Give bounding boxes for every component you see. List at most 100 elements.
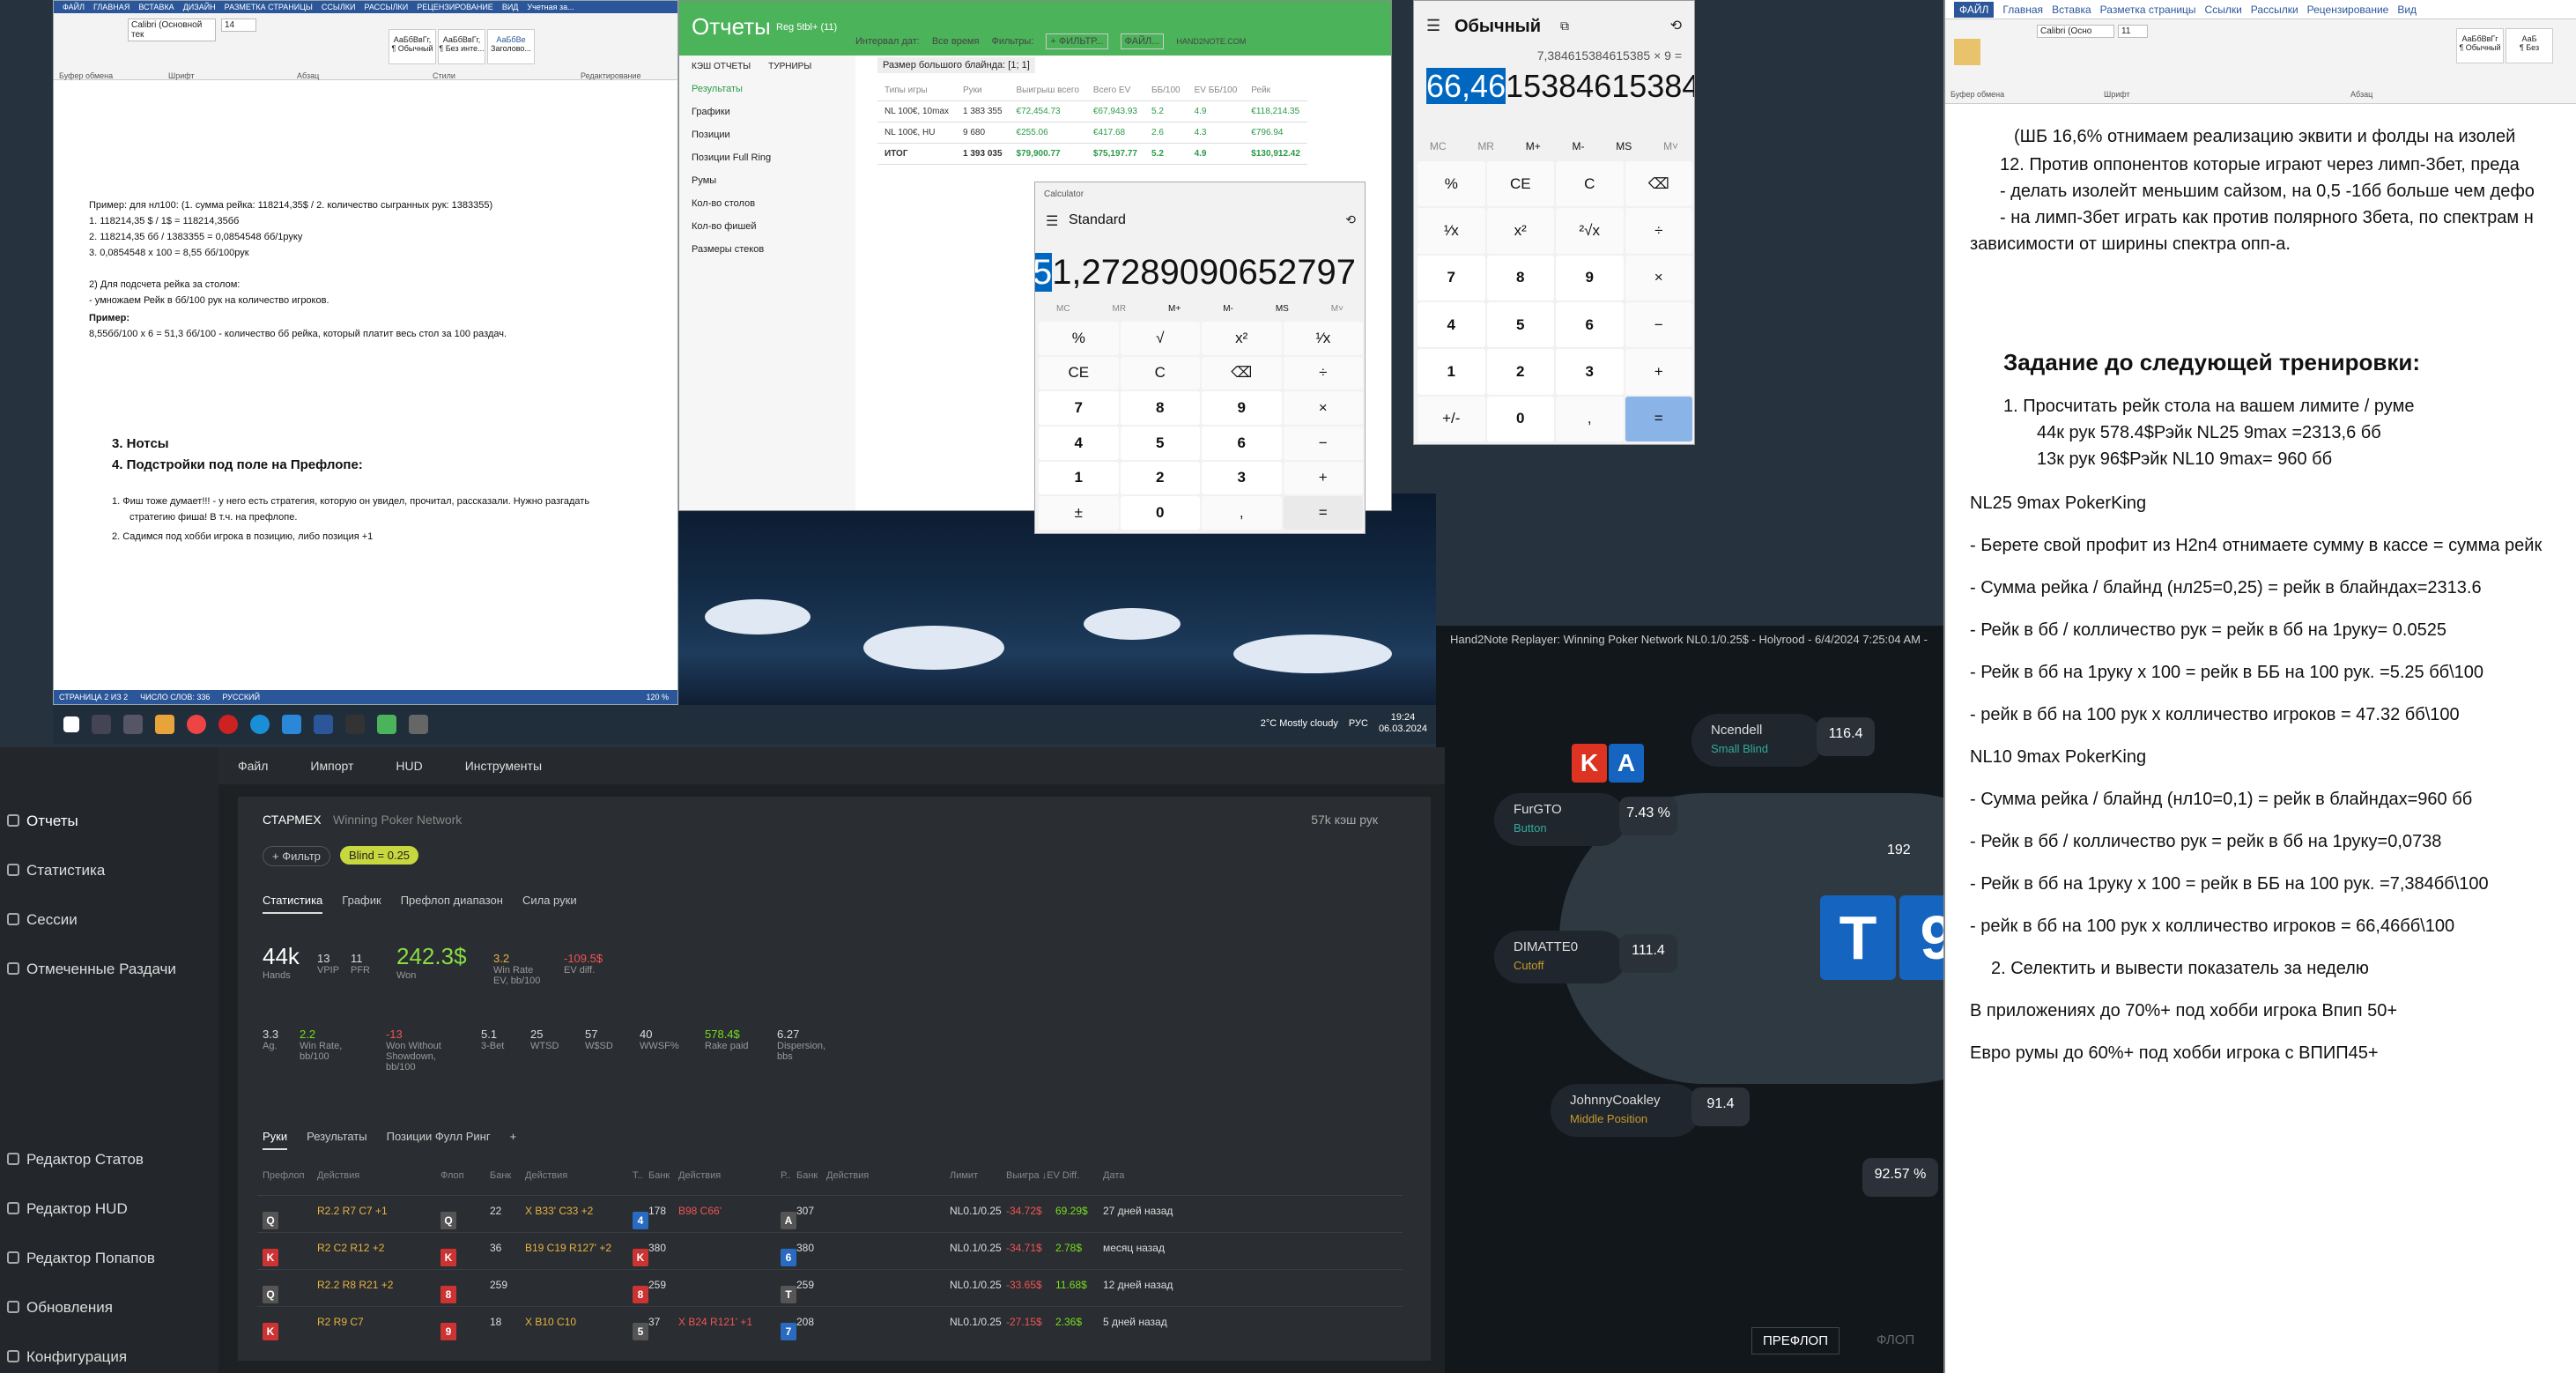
player-seat[interactable]: FurGTO Button [1494, 793, 1626, 846]
calc-key[interactable]: ÷ [1625, 208, 1692, 254]
tab-home[interactable]: ГЛАВНАЯ [93, 3, 130, 11]
memory-button[interactable]: MS [1276, 304, 1289, 314]
col-header[interactable]: Флоп [440, 1170, 464, 1181]
side-item-results[interactable]: Результаты [679, 78, 855, 100]
player-seat[interactable]: Ncendell Small Blind [1691, 714, 1824, 767]
file-button[interactable]: ФАЙЛ... [1120, 33, 1165, 49]
menu-tools[interactable]: Инструменты [465, 759, 542, 773]
tab-home[interactable]: Главная [2002, 4, 2043, 16]
player-seat[interactable]: DIMATTE0 Cutoff [1494, 931, 1626, 983]
opera-icon[interactable] [218, 715, 238, 734]
tab-file[interactable]: ФАЙЛ [1954, 1, 1995, 18]
tab-mailings[interactable]: Рассылки [2251, 4, 2298, 16]
calc-key[interactable]: = [1625, 396, 1692, 442]
style-no-spacing[interactable]: АаБ ¶ Без [2506, 28, 2553, 63]
table-row[interactable]: NL 100€, 10max 1 383 355 €72,454.73 €67,943… [877, 100, 1307, 122]
style-no-spacing[interactable]: АаБбВвГг, ¶ Без инте... [438, 29, 485, 64]
col-header[interactable]: Рейк [1244, 80, 1307, 101]
zoom-level[interactable]: 120 % [646, 693, 669, 701]
col-header[interactable]: Типы игры [877, 80, 957, 101]
memory-button[interactable]: MR [1113, 304, 1127, 314]
language-indicator[interactable]: РУС [1349, 718, 1368, 729]
col-header[interactable]: Дата [1103, 1170, 1124, 1181]
col-header[interactable]: Выигрыш всего [1009, 80, 1086, 101]
calc-key[interactable]: 0 [1120, 496, 1200, 530]
calc-key[interactable]: % [1039, 322, 1119, 355]
paste-icon[interactable] [1954, 39, 1980, 65]
style-heading[interactable]: АаБбВе Заголово... [487, 29, 535, 64]
font-size-select[interactable]: 14 [221, 19, 256, 32]
calc-key[interactable]: ⌫ [1202, 356, 1282, 390]
calc-key[interactable]: C [1556, 161, 1624, 207]
calc-key[interactable]: 4 [1418, 301, 1485, 348]
memory-button[interactable]: M- [1223, 304, 1233, 314]
col-header[interactable]: Руки [956, 80, 1010, 101]
keep-on-top-icon[interactable]: ⧉ [1560, 19, 1569, 33]
memory-button[interactable]: MC [1056, 304, 1070, 314]
calc-key[interactable]: − [1625, 301, 1692, 348]
explorer-icon[interactable] [155, 715, 174, 734]
tab-account[interactable]: Учетная за... [527, 3, 574, 11]
calc-key[interactable]: 6 [1202, 427, 1282, 460]
side-item-chips[interactable]: Кол-во фишей [679, 215, 855, 238]
col-header[interactable]: ББ/100 [1144, 80, 1188, 101]
calc-key[interactable]: 1 [1039, 461, 1119, 495]
menu-file[interactable]: Файл [238, 759, 268, 773]
col-header[interactable]: Действия [678, 1170, 721, 1181]
tab-review[interactable]: Рецензирование [2307, 4, 2389, 16]
memory-button[interactable]: M˅ [1331, 304, 1344, 314]
word-icon[interactable] [314, 715, 333, 734]
memory-button[interactable]: M- [1573, 140, 1585, 152]
col-header[interactable]: Лимит [950, 1170, 978, 1181]
side-item-stacks[interactable]: Размеры стеков [679, 238, 855, 261]
tab-layout[interactable]: Разметка страницы [2100, 4, 2196, 16]
calc-key[interactable]: √ [1120, 322, 1200, 355]
calc-key[interactable]: 1 [1418, 349, 1485, 395]
tab-layout[interactable]: РАЗМЕТКА СТРАНИЦЫ [225, 3, 313, 11]
calc-key[interactable]: x² [1202, 322, 1282, 355]
document-page[interactable]: (ШБ 16,6% отнимаем реализацию эквити и ф… [1945, 106, 2576, 1373]
tracker-icon[interactable] [377, 715, 396, 734]
tab-graph[interactable]: График [342, 894, 381, 914]
add-tab-button[interactable]: + [510, 1130, 517, 1150]
add-filter-button[interactable]: + Фильтр [263, 846, 330, 866]
calc-key[interactable]: +/- [1418, 396, 1485, 442]
side-item-tables[interactable]: Кол-во столов [679, 192, 855, 215]
calc-key[interactable]: 9 [1556, 255, 1624, 301]
tab-results[interactable]: Результаты [307, 1130, 366, 1150]
hand2note-icon[interactable] [345, 715, 365, 734]
side-item-graphs[interactable]: Графики [679, 100, 855, 123]
nav-settings[interactable]: Конфигурация [26, 1348, 127, 1366]
tab-design[interactable]: ДИЗАЙН [183, 3, 216, 11]
side-item-rooms[interactable]: Румы [679, 169, 855, 192]
memory-button[interactable]: M˅ [1663, 140, 1678, 152]
calc-key[interactable]: % [1418, 161, 1485, 207]
memory-button[interactable]: MS [1616, 140, 1632, 152]
tab-view[interactable]: ВИД [502, 3, 519, 11]
hand-row[interactable]: AKR2 R9 C7K9918X B10 C10537X B24 R121' +… [257, 1306, 1403, 1340]
table-row[interactable]: NL 100€, HU 9 680 €255.06 €417.68 2.6 4.3 €796… [877, 122, 1307, 144]
col-header[interactable]: Действия [525, 1170, 567, 1181]
hand-row[interactable]: QQR2.2 R7 C7 +17TQ22X B33' C33 +24178B98… [257, 1195, 1403, 1229]
street-button-flop[interactable]: ФЛОП [1866, 1327, 1925, 1353]
blind-filter-chip[interactable]: Blind = 0.25 [340, 846, 419, 865]
tab-review[interactable]: РЕЦЕНЗИРОВАНИЕ [417, 3, 493, 11]
menu-icon[interactable]: ☰ [1426, 17, 1440, 35]
history-icon[interactable]: ⟲ [1345, 212, 1356, 227]
calc-key[interactable]: × [1625, 255, 1692, 301]
tab-hands[interactable]: Руки [263, 1130, 288, 1150]
menu-icon[interactable]: ☰ [1046, 212, 1058, 230]
menu-import[interactable]: Импорт [310, 759, 353, 773]
calc-key[interactable]: 7 [1418, 255, 1485, 301]
calc-key[interactable]: 3 [1202, 461, 1282, 495]
calc-key[interactable]: ± [1039, 496, 1119, 530]
weather-widget[interactable]: 2°C Mostly cloudy [1261, 718, 1338, 729]
tab-preflop-range[interactable]: Префлоп диапазон [401, 894, 503, 914]
calc-key[interactable]: , [1556, 396, 1624, 442]
nav-marked-hands[interactable]: Отмеченные Раздачи [26, 961, 176, 978]
calc-key[interactable]: ⌫ [1625, 161, 1692, 207]
calc-key[interactable]: 3 [1556, 349, 1624, 395]
col-header[interactable]: Банк [490, 1170, 511, 1181]
tab-file[interactable]: ФАЙЛ [63, 3, 85, 11]
style-normal[interactable]: АаБбВвГг, ¶ Обычный [389, 29, 436, 64]
